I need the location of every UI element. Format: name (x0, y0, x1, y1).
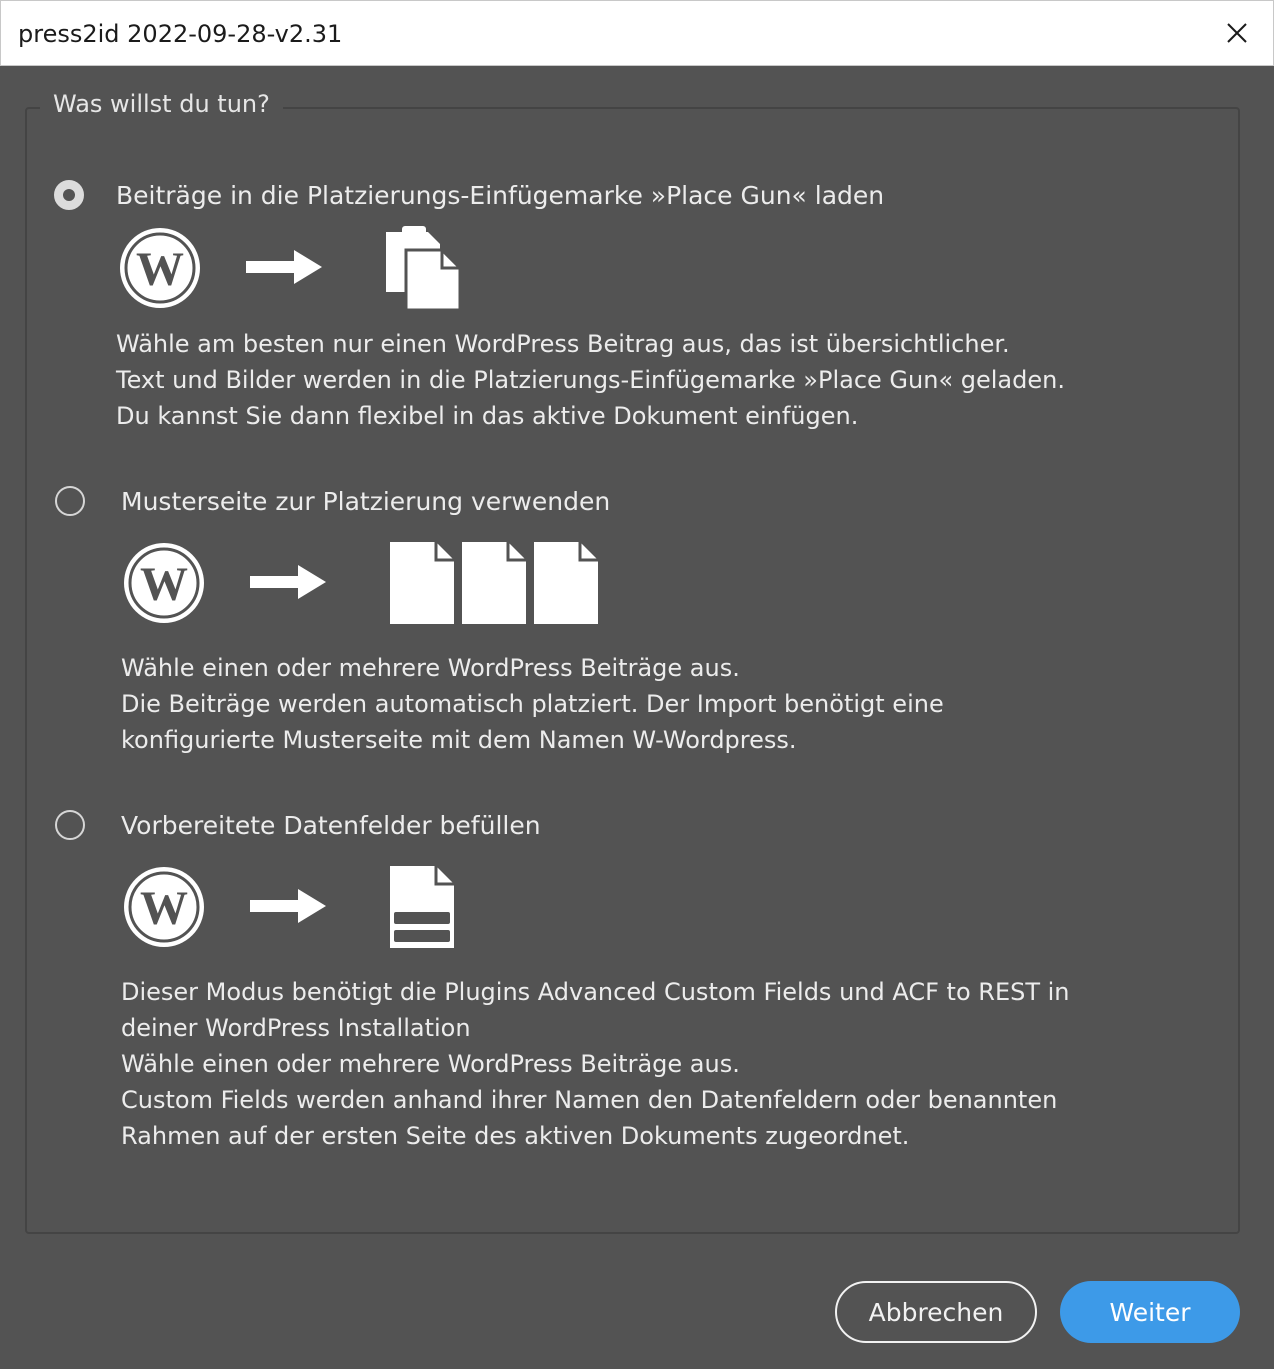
window-title: press2id 2022-09-28-v2.31 (18, 20, 343, 48)
option-label-master-page[interactable]: Musterseite zur Platzierung verwenden (121, 487, 610, 516)
next-button[interactable]: Weiter (1060, 1281, 1240, 1343)
option-description-master-page: Wähle einen oder mehrere WordPress Beitr… (121, 654, 944, 754)
arrow-right-icon (246, 250, 322, 284)
wordpress-logo-icon: W (124, 543, 204, 623)
wordpress-logo-icon: W (120, 228, 200, 308)
multiple-pages-icon (390, 542, 598, 624)
radio-place-gun[interactable] (54, 180, 84, 210)
stacked-documents-icon (386, 226, 462, 310)
radio-data-fields[interactable] (55, 810, 85, 840)
svg-text:W: W (140, 558, 188, 611)
option-description-data-fields: Dieser Modus benötigt die Plugins Advanc… (121, 978, 1070, 1150)
close-icon (1227, 23, 1247, 43)
arrow-right-icon (250, 889, 326, 923)
option-description-place-gun: Wähle am besten nur einen WordPress Beit… (116, 330, 1065, 430)
title-bar: press2id 2022-09-28-v2.31 (0, 0, 1274, 66)
option-label-place-gun[interactable]: Beiträge in die Platzierungs-Einfügemark… (116, 181, 884, 210)
radio-master-page[interactable] (55, 486, 85, 516)
close-button[interactable] (1201, 1, 1273, 65)
cancel-button[interactable]: Abbrechen (835, 1281, 1037, 1343)
group-legend: Was willst du tun? (40, 90, 283, 118)
wordpress-logo-icon: W (124, 867, 204, 947)
svg-text:W: W (140, 882, 188, 935)
svg-text:W: W (136, 243, 184, 296)
option-label-data-fields[interactable]: Vorbereitete Datenfelder befüllen (121, 811, 541, 840)
arrow-right-icon (250, 565, 326, 599)
data-fields-document-icon (390, 866, 454, 948)
